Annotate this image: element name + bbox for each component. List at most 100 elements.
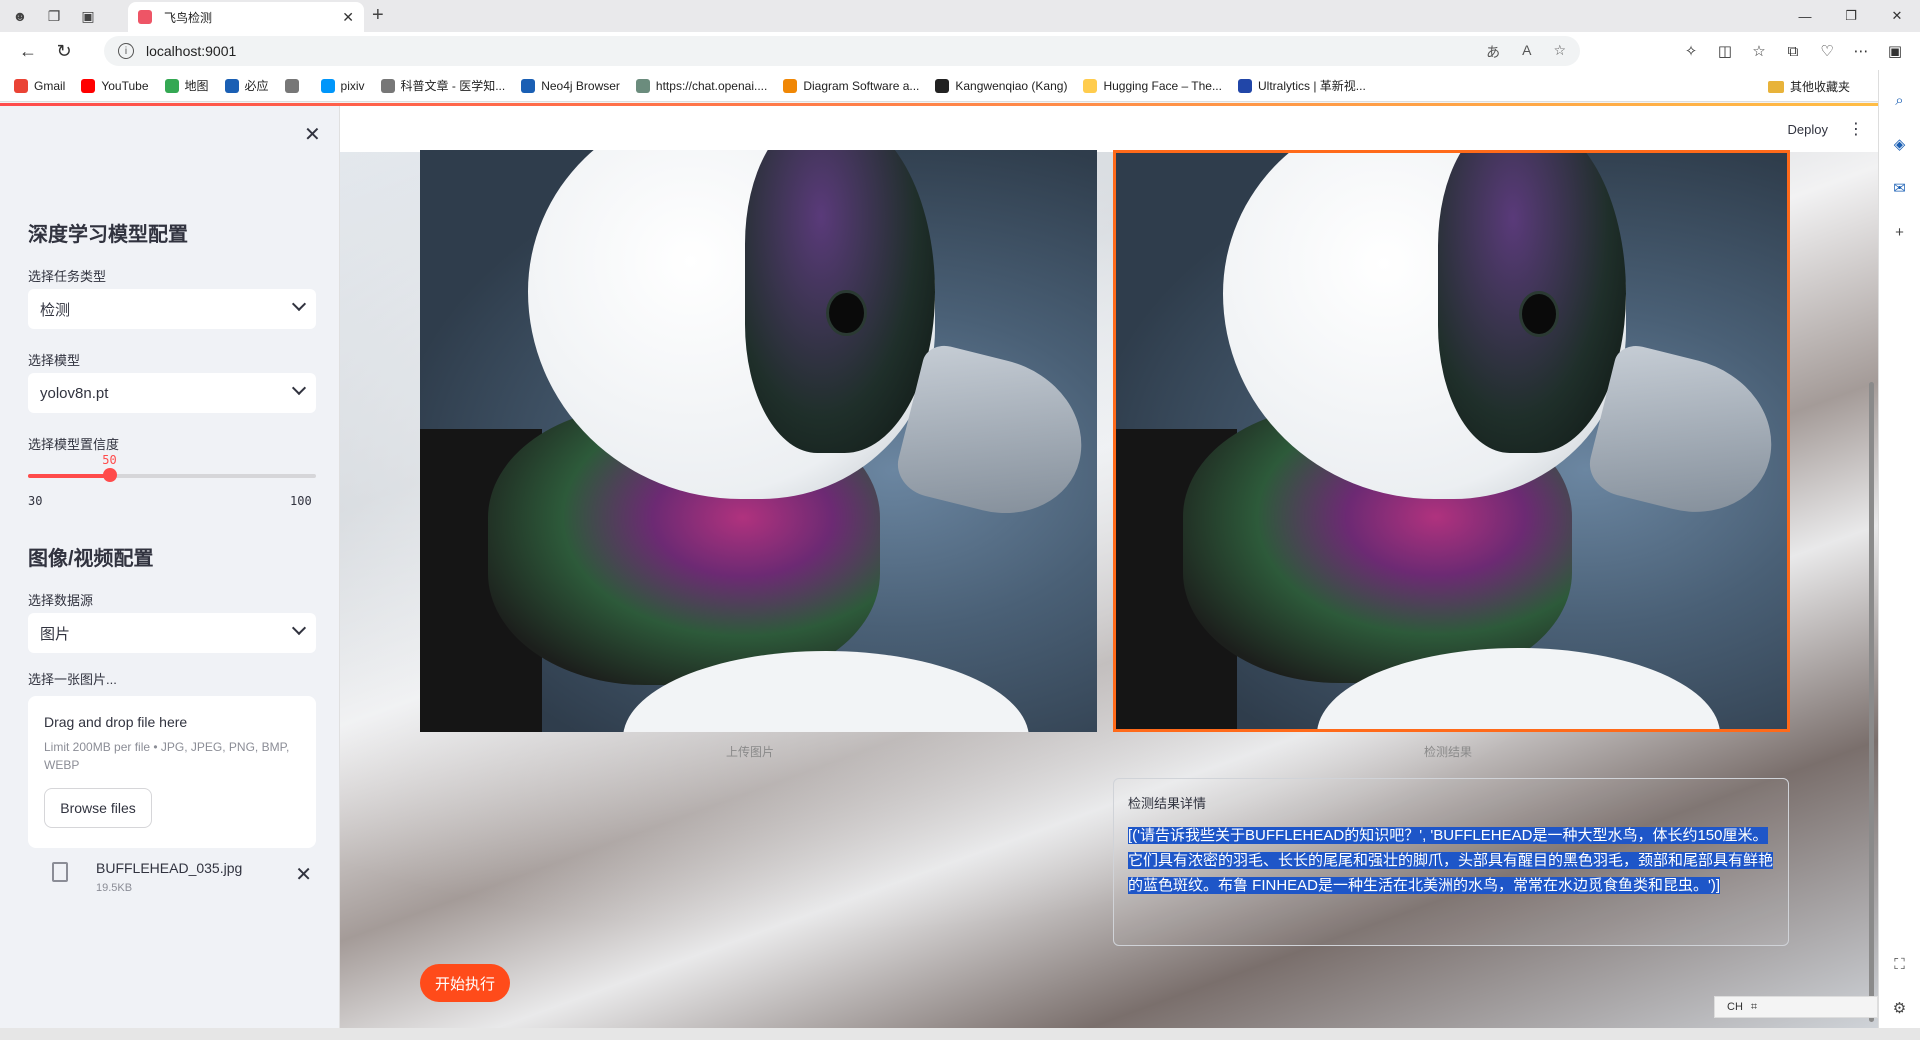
bookmark-gmail[interactable]: Gmail bbox=[14, 78, 65, 93]
maps-icon bbox=[164, 78, 179, 93]
slider-thumb[interactable] bbox=[103, 468, 118, 482]
bookmark-maps[interactable]: 地图 bbox=[164, 77, 209, 94]
detection-detail-label: 检测结果详情 bbox=[1128, 796, 1207, 811]
main-scrollbar[interactable] bbox=[1864, 152, 1878, 1028]
edge-sidebar: ⌕ ◈ ✉ + ⛶ ⚙ bbox=[1878, 70, 1920, 1040]
result-image-caption: 检测结果 bbox=[1424, 745, 1473, 759]
read-aloud-icon[interactable]: A bbox=[1522, 42, 1531, 62]
outlook-icon[interactable]: ✉ bbox=[1886, 174, 1914, 202]
bookmark-science[interactable]: 科普文章 - 医学知... bbox=[380, 77, 505, 94]
youtube-icon bbox=[81, 78, 96, 93]
scrollbar-thumb[interactable] bbox=[1869, 382, 1874, 1022]
taskbar-strip bbox=[0, 1028, 1920, 1040]
detection-detail-box: 检测结果详情 [('请告诉我些关于BUFFLEHEAD的知识吧？', 'BUFF… bbox=[1113, 778, 1789, 946]
bookmark-github[interactable]: Kangwenqiao (Kang) bbox=[935, 78, 1067, 93]
remove-file-icon[interactable]: ✕ bbox=[295, 862, 312, 887]
run-button[interactable]: 开始执行 bbox=[420, 964, 510, 1002]
translate-icon[interactable]: あ bbox=[1486, 42, 1500, 62]
copilot-icon[interactable]: ◈ bbox=[1886, 130, 1914, 158]
task-type-value: 检测 bbox=[40, 301, 71, 319]
favorite-star-icon[interactable]: ☆ bbox=[1553, 42, 1566, 62]
window-close-icon[interactable]: ✕ bbox=[1874, 0, 1920, 32]
confidence-slider[interactable] bbox=[28, 468, 316, 482]
split-screen-icon[interactable]: ◫ bbox=[1708, 42, 1742, 60]
sidebar-toggle-icon[interactable]: ▣ bbox=[1878, 42, 1912, 60]
chevron-down-icon bbox=[291, 620, 307, 636]
slider-fill bbox=[28, 474, 111, 478]
bookmark-page[interactable] bbox=[284, 78, 305, 93]
gmail-icon bbox=[14, 78, 28, 93]
bookmark-neo4j[interactable]: Neo4j Browser bbox=[521, 78, 620, 93]
browser-essentials-icon[interactable]: ♡ bbox=[1810, 42, 1844, 60]
refresh-icon[interactable]: ↻ bbox=[46, 33, 82, 69]
ime-indicator[interactable]: CH ⌗ bbox=[1714, 996, 1878, 1018]
bookmarks-bar: Gmail YouTube 地图 必应 pixiv 科普文章 - 医学知... … bbox=[0, 70, 1920, 102]
bookmark-ultralytics[interactable]: Ultralytics | 革新视... bbox=[1237, 77, 1366, 94]
detection-detail-text[interactable]: [('请告诉我些关于BUFFLEHEAD的知识吧？', 'BUFFLEHEAD是… bbox=[1128, 823, 1778, 898]
url-bar[interactable]: i localhost:9001 あ A ☆ bbox=[104, 36, 1580, 66]
keyboard-icon: ⌗ bbox=[1750, 1000, 1758, 1013]
browser-tabbar: ☻ ❐ ▣ 飞鸟检测 ✕ + — ❐ ✕ bbox=[0, 0, 1920, 32]
model-value: yolov8n.pt bbox=[40, 384, 109, 402]
file-icon bbox=[52, 862, 68, 882]
model-select[interactable]: yolov8n.pt bbox=[28, 373, 316, 413]
browser-tab-active[interactable]: 飞鸟检测 ✕ bbox=[128, 2, 364, 32]
bookmark-chatgpt[interactable]: https://chat.openai.... bbox=[635, 78, 767, 93]
back-icon[interactable]: ← bbox=[10, 33, 46, 69]
diagram-icon bbox=[783, 78, 798, 93]
add-icon[interactable]: + bbox=[1886, 218, 1914, 246]
bookmark-diagram[interactable]: Diagram Software a... bbox=[783, 78, 919, 93]
main-menu-icon[interactable]: ⋮ bbox=[1848, 119, 1864, 139]
screenshot-icon[interactable]: ⛶ bbox=[1886, 950, 1914, 978]
folder-icon bbox=[1767, 80, 1784, 93]
site-info-icon[interactable]: i bbox=[118, 43, 134, 59]
minimize-icon[interactable]: — bbox=[1782, 0, 1828, 32]
file-uploader-dropzone[interactable]: Drag and drop file here Limit 200MB per … bbox=[28, 696, 316, 848]
close-sidebar-icon[interactable]: ✕ bbox=[304, 122, 321, 147]
bookmark-bing[interactable]: 必应 bbox=[224, 77, 269, 94]
search-icon[interactable]: ⌕ bbox=[1886, 86, 1914, 114]
more-menu-icon[interactable]: ⋯ bbox=[1844, 42, 1878, 60]
restore-icon[interactable]: ❐ bbox=[1828, 0, 1874, 32]
favorites-icon[interactable]: ☆ bbox=[1742, 42, 1776, 60]
tab-actions-icon[interactable]: ▣ bbox=[74, 2, 102, 30]
bird-image-detected bbox=[1116, 153, 1787, 729]
neo4j-icon bbox=[521, 78, 536, 93]
extensions-icon[interactable]: ✧ bbox=[1674, 42, 1708, 60]
close-tab-icon[interactable]: ✕ bbox=[342, 9, 354, 26]
source-select[interactable]: 图片 bbox=[28, 613, 316, 653]
model-config-heading: 深度学习模型配置 bbox=[28, 224, 188, 246]
bookmark-pixiv[interactable]: pixiv bbox=[320, 78, 365, 93]
streamlit-app: Deploy ⋮ ✕ 深度学习模型配置 选择任务类型 检测 选择模型 yolov… bbox=[0, 103, 1878, 1028]
task-type-label: 选择任务类型 bbox=[28, 269, 107, 284]
ultralytics-icon bbox=[1237, 78, 1252, 93]
browse-files-button[interactable]: Browse files bbox=[44, 788, 152, 828]
ime-label: CH bbox=[1727, 1001, 1743, 1013]
bookmark-youtube[interactable]: YouTube bbox=[81, 78, 149, 93]
uploaded-file: BUFFLEHEAD_035.jpg 19.5KB ✕ bbox=[48, 858, 316, 902]
chevron-down-icon bbox=[291, 296, 307, 312]
file-size: 19.5KB bbox=[96, 882, 133, 894]
other-bookmarks[interactable]: 其他收藏夹 bbox=[1767, 78, 1850, 95]
task-type-select[interactable]: 检测 bbox=[28, 289, 316, 329]
tab-favicon-icon bbox=[138, 10, 152, 24]
page-icon bbox=[380, 78, 395, 93]
upload-label: 选择一张图片... bbox=[28, 672, 117, 687]
bookmark-huggingface[interactable]: Hugging Face – The... bbox=[1083, 78, 1222, 93]
slider-min: 30 bbox=[28, 494, 43, 508]
dropzone-title: Drag and drop file here bbox=[44, 714, 188, 730]
settings-gear-icon[interactable]: ⚙ bbox=[1886, 994, 1914, 1022]
profile-icon[interactable]: ☻ bbox=[6, 2, 34, 30]
collections-icon[interactable]: ❐ bbox=[40, 2, 68, 30]
confidence-label: 选择模型置信度 bbox=[28, 437, 120, 452]
url-text[interactable]: localhost:9001 bbox=[146, 43, 236, 59]
github-icon bbox=[935, 78, 950, 93]
result-image bbox=[1113, 150, 1790, 732]
deploy-button[interactable]: Deploy bbox=[1788, 122, 1828, 137]
collections-toolbar-icon[interactable]: ⧉ bbox=[1776, 43, 1810, 60]
app-header: Deploy ⋮ bbox=[340, 106, 1878, 152]
source-config-heading: 图像/视频配置 bbox=[28, 548, 154, 570]
bird-image bbox=[420, 150, 1097, 732]
config-sidebar: ✕ 深度学习模型配置 选择任务类型 检测 选择模型 yolov8n.pt 选择模… bbox=[0, 106, 340, 1028]
new-tab-icon[interactable]: + bbox=[372, 4, 384, 27]
